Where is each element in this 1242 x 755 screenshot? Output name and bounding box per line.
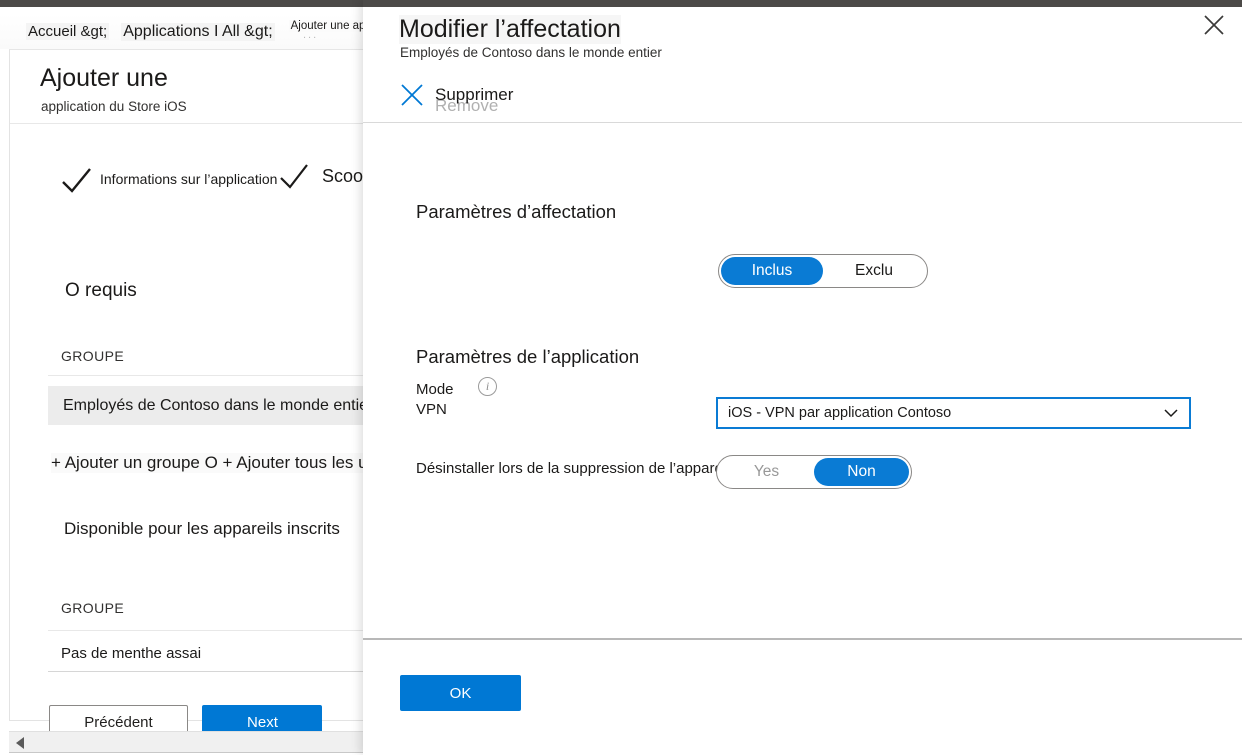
uninstall-label: Désinstaller lors de la suppression de l… — [416, 460, 730, 477]
edit-assignment-blade: Modifier l’affectation Employés de Conto… — [363, 0, 1242, 755]
check-icon-secondary — [278, 162, 310, 194]
available-group-column-header: GROUPE — [61, 600, 125, 616]
app-settings-heading: Paramètres de l’application — [416, 346, 640, 367]
chevron-down-icon — [1163, 405, 1179, 421]
breadcrumb-ghost-artifact: ... — [303, 29, 319, 41]
required-group-column-header: GROUPE — [61, 348, 125, 364]
blade-command-bar: Remove Supprimer — [363, 76, 1242, 122]
x-icon — [399, 82, 425, 108]
add-app-wizard-card: Ajouter une application du Store iOS Inf… — [9, 49, 472, 741]
breadcrumb-item-apps[interactable]: Applications I All &gt; — [121, 22, 275, 41]
ok-button[interactable]: OK — [400, 675, 521, 711]
wizard-step-label[interactable]: Informations sur l’application — [100, 171, 277, 187]
mode-option-include[interactable]: Inclus — [721, 257, 823, 285]
assignment-settings-heading: Paramètres d’affectation — [416, 201, 617, 222]
vpn-dropdown[interactable]: iOS - VPN par application Contoso — [716, 397, 1191, 429]
divider — [48, 375, 392, 376]
required-section-heading: O requis — [65, 280, 137, 301]
divider — [48, 671, 392, 672]
horizontal-scrollbar[interactable] — [9, 731, 392, 753]
wizard-step-row: Informations sur l’application Scoop — [10, 160, 391, 220]
breadcrumb: Accueil &gt; Applications I All &gt; Ajo… — [0, 14, 410, 49]
blade-title: Modifier l’affectation — [399, 15, 621, 44]
uninstall-toggle[interactable]: Yes Non — [716, 455, 912, 489]
remove-button[interactable]: Supprimer — [399, 78, 513, 112]
close-icon — [1203, 14, 1225, 41]
check-icon — [59, 164, 93, 198]
uninstall-option-no[interactable]: Non — [814, 458, 909, 486]
blade-top-band — [363, 0, 1242, 7]
blade-subtitle: Employés de Contoso dans le monde entier — [400, 45, 662, 60]
remove-button-label: Supprimer — [435, 85, 514, 104]
blade-footer: OK — [363, 640, 1242, 755]
breadcrumb-item-home[interactable]: Accueil &gt; — [26, 23, 110, 40]
caret-left-icon[interactable] — [16, 737, 24, 749]
vpn-dropdown-value: iOS - VPN par application Contoso — [728, 405, 952, 421]
blade-body: Paramètres d’affectation Mode i Inclus E… — [363, 123, 1242, 638]
close-button[interactable] — [1197, 10, 1231, 44]
available-section-heading: Disponible pour les appareils inscrits — [64, 519, 340, 538]
page-subtitle: application du Store iOS — [41, 99, 187, 114]
mode-option-exclude[interactable]: Exclu — [823, 257, 925, 285]
divider — [48, 630, 392, 631]
group-row-label: Employés de Contoso dans le monde entier — [63, 397, 374, 414]
mode-toggle[interactable]: Inclus Exclu — [718, 254, 928, 288]
available-group-row-label[interactable]: Pas de menthe assai — [61, 645, 201, 662]
vpn-label: VPN — [416, 401, 447, 418]
page-title: Ajouter une — [40, 64, 168, 92]
mode-label: Mode — [416, 381, 454, 398]
uninstall-option-yes[interactable]: Yes — [719, 458, 814, 486]
info-icon[interactable]: i — [478, 377, 497, 396]
wizard-header: Ajouter une application du Store iOS — [10, 50, 391, 124]
